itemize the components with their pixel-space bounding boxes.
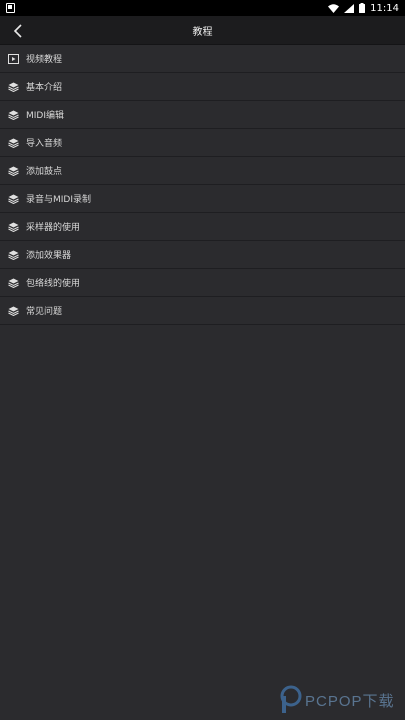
watermark-text: PCPOP下载 [305,692,395,710]
status-time: 11:14 [370,2,399,14]
list-item-label: 视频教程 [26,55,63,65]
watermark: PCPOP下载 [280,685,395,715]
status-bar: 11:14 [0,0,405,16]
layers-icon [7,137,19,149]
list-item-basic-intro[interactable]: 基本介绍 [0,73,405,101]
list-item-add-effects[interactable]: 添加效果器 [0,241,405,269]
list-item-label: 包络线的使用 [26,279,81,289]
notification-icon [6,3,15,13]
battery-icon [359,3,366,13]
list-item-faq[interactable]: 常见问题 [0,297,405,325]
layers-icon [7,109,19,121]
back-button[interactable] [4,16,32,45]
back-arrow-icon [13,23,22,38]
list-item-midi-edit[interactable]: MIDI编辑 [0,101,405,129]
list-item-label: 添加鼓点 [26,167,63,177]
list-item-label: 录音与MIDI录制 [26,195,92,205]
layers-icon [7,277,19,289]
list-item-add-drums[interactable]: 添加鼓点 [0,157,405,185]
layers-icon [7,221,19,233]
list-item-label: 常见问题 [26,307,63,317]
list-item-label: 导入音频 [26,139,63,149]
layers-icon [7,305,19,317]
layers-icon [7,81,19,93]
layers-icon [7,193,19,205]
layers-icon [7,165,19,177]
pcpop-logo-icon [280,685,302,713]
list-item-label: 采样器的使用 [26,223,81,233]
video-icon [7,53,19,65]
list-item-label: 基本介绍 [26,83,63,93]
page-title: 教程 [192,26,213,38]
app-bar: 教程 [0,16,405,45]
list-item-envelope[interactable]: 包络线的使用 [0,269,405,297]
list-item-recording[interactable]: 录音与MIDI录制 [0,185,405,213]
wifi-icon [328,3,340,13]
list-item-label: MIDI编辑 [26,111,65,121]
layers-icon [7,249,19,261]
list-item-import-audio[interactable]: 导入音频 [0,129,405,157]
signal-icon [344,3,355,13]
tutorial-list: 视频教程 基本介绍 MIDI编辑 导入音频 添加鼓点 录音与MIDI录制 采样器… [0,45,405,325]
list-item-video-tutorial[interactable]: 视频教程 [0,45,405,73]
list-item-sampler[interactable]: 采样器的使用 [0,213,405,241]
list-item-label: 添加效果器 [26,251,72,261]
